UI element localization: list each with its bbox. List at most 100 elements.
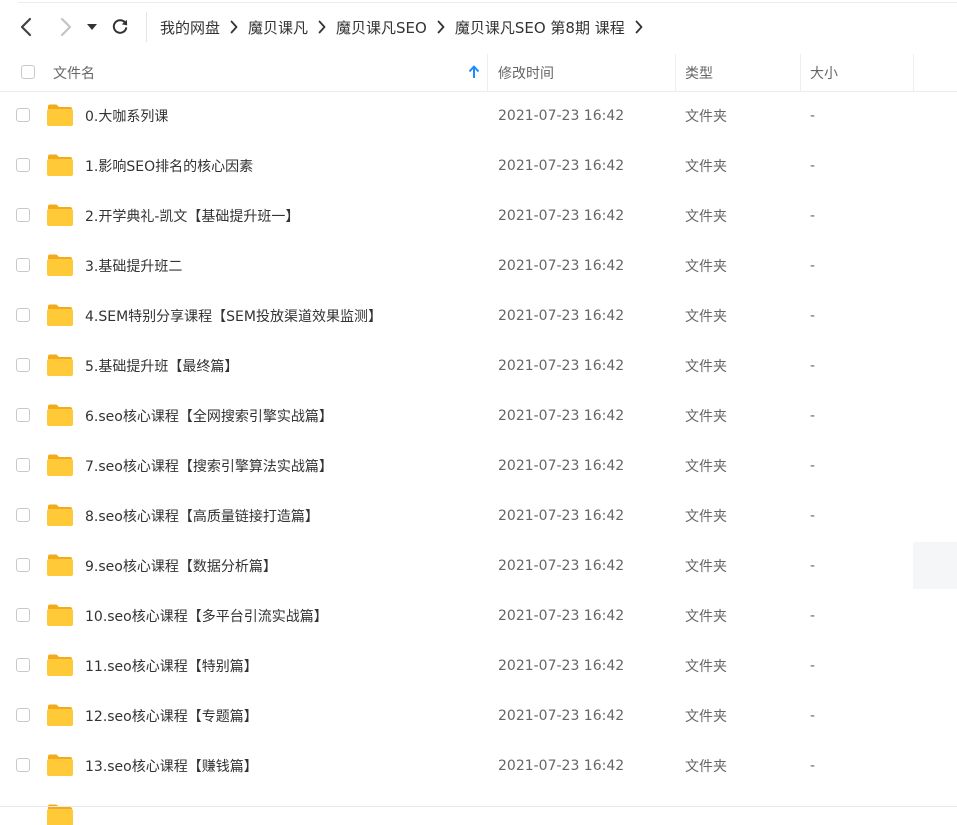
row-checkbox[interactable]	[16, 108, 30, 122]
file-row[interactable]: 13.seo核心课程【赚钱篇】 2021-07-23 16:42 文件夹 -	[0, 741, 957, 791]
select-all-checkbox[interactable]	[21, 65, 35, 79]
toolbar: 我的网盘 魔贝课凡 魔贝课凡SEO 魔贝课凡SEO 第8期 课程	[0, 0, 957, 55]
breadcrumb-chevron-icon	[437, 20, 445, 34]
breadcrumb-item-current[interactable]: 魔贝课凡SEO 第8期 课程	[455, 17, 625, 38]
file-row[interactable]: 8.seo核心课程【高质量链接打造篇】 2021-07-23 16:42 文件夹…	[0, 491, 957, 541]
row-checkbox[interactable]	[16, 508, 30, 522]
column-divider[interactable]	[675, 54, 676, 91]
file-row[interactable]: 12.seo核心课程【专题篇】 2021-07-23 16:42 文件夹 -	[0, 691, 957, 741]
file-size: -	[810, 458, 816, 474]
file-type: 文件夹	[685, 709, 727, 725]
file-name[interactable]: 4.SEM特别分享课程【SEM投放渠道效果监测】	[85, 291, 382, 341]
column-header-modified[interactable]: 修改时间	[498, 54, 554, 91]
folder-icon	[47, 204, 73, 226]
column-divider[interactable]	[487, 54, 488, 91]
file-size: -	[810, 208, 816, 224]
column-divider[interactable]	[913, 54, 914, 91]
file-type: 文件夹	[685, 259, 727, 275]
file-name[interactable]: 6.seo核心课程【全网搜索引擎实战篇】	[85, 391, 333, 441]
breadcrumb-item-my-drive[interactable]: 我的网盘	[160, 17, 220, 38]
file-size: -	[810, 608, 816, 624]
file-modified-time: 2021-07-23 16:42	[498, 758, 625, 774]
row-checkbox[interactable]	[16, 708, 30, 722]
folder-icon	[47, 654, 73, 676]
back-button[interactable]	[12, 12, 40, 42]
file-name[interactable]: 0.大咖系列课	[85, 91, 168, 141]
file-name[interactable]: 7.seo核心课程【搜索引擎算法实战篇】	[85, 441, 333, 491]
column-header-name[interactable]: 文件名	[53, 54, 95, 91]
file-row[interactable]: 2.开学典礼-凯文【基础提升班一】 2021-07-23 16:42 文件夹 -	[0, 191, 957, 241]
breadcrumb-chevron-icon	[230, 20, 238, 34]
row-checkbox[interactable]	[16, 458, 30, 472]
file-name[interactable]: 1.影响SEO排名的核心因素	[85, 141, 253, 191]
file-name[interactable]: 3.基础提升班二	[85, 241, 182, 291]
file-type: 文件夹	[685, 459, 727, 475]
file-name[interactable]: 13.seo核心课程【赚钱篇】	[85, 741, 258, 791]
file-row[interactable]: 4.SEM特别分享课程【SEM投放渠道效果监测】 2021-07-23 16:4…	[0, 291, 957, 341]
file-type: 文件夹	[685, 409, 727, 425]
column-header-type[interactable]: 类型	[685, 54, 713, 91]
file-type: 文件夹	[685, 109, 727, 125]
file-type: 文件夹	[685, 559, 727, 575]
file-name[interactable]: 5.基础提升班【最终篇】	[85, 341, 238, 391]
breadcrumb-item-mobei-seo[interactable]: 魔贝课凡SEO	[336, 17, 427, 38]
column-header-size[interactable]: 大小	[810, 54, 838, 91]
file-size: -	[810, 408, 816, 424]
file-row[interactable]: 6.seo核心课程【全网搜索引擎实战篇】 2021-07-23 16:42 文件…	[0, 391, 957, 441]
forward-button[interactable]	[52, 12, 80, 42]
file-type: 文件夹	[685, 209, 727, 225]
file-name[interactable]: 10.seo核心课程【多平台引流实战篇】	[85, 591, 328, 641]
file-name[interactable]: 2.开学典礼-凯文【基础提升班一】	[85, 191, 299, 241]
file-modified-time: 2021-07-23 16:42	[498, 208, 625, 224]
file-type: 文件夹	[685, 659, 727, 675]
row-checkbox[interactable]	[16, 308, 30, 322]
file-type: 文件夹	[685, 509, 727, 525]
file-row[interactable]: 10.seo核心课程【多平台引流实战篇】 2021-07-23 16:42 文件…	[0, 591, 957, 641]
file-type: 文件夹	[685, 159, 727, 175]
breadcrumb-item-mobei[interactable]: 魔贝课凡	[248, 17, 308, 38]
file-list-header: 文件名 修改时间 类型 大小	[0, 54, 957, 92]
file-name[interactable]: 12.seo核心课程【专题篇】	[85, 691, 258, 741]
file-modified-time: 2021-07-23 16:42	[498, 658, 625, 674]
file-modified-time: 2021-07-23 16:42	[498, 358, 625, 374]
file-size: -	[810, 558, 816, 574]
file-row-partial[interactable]	[0, 791, 957, 825]
file-size: -	[810, 508, 816, 524]
row-checkbox[interactable]	[16, 258, 30, 272]
file-type: 文件夹	[685, 359, 727, 375]
file-modified-time: 2021-07-23 16:42	[498, 108, 625, 124]
chevron-right-icon	[60, 17, 72, 37]
file-name[interactable]: 11.seo核心课程【特别篇】	[85, 641, 258, 691]
row-checkbox[interactable]	[16, 558, 30, 572]
file-row[interactable]: 3.基础提升班二 2021-07-23 16:42 文件夹 -	[0, 241, 957, 291]
folder-icon	[47, 104, 73, 126]
file-size: -	[810, 358, 816, 374]
row-checkbox[interactable]	[16, 358, 30, 372]
folder-icon	[47, 404, 73, 426]
file-row[interactable]: 9.seo核心课程【数据分析篇】 2021-07-23 16:42 文件夹 -	[0, 541, 957, 591]
file-name[interactable]: 9.seo核心课程【数据分析篇】	[85, 541, 277, 591]
file-modified-time: 2021-07-23 16:42	[498, 258, 625, 274]
file-size: -	[810, 308, 816, 324]
breadcrumb-chevron-icon[interactable]	[635, 20, 643, 34]
file-row[interactable]: 0.大咖系列课 2021-07-23 16:42 文件夹 -	[0, 91, 957, 141]
row-checkbox[interactable]	[16, 608, 30, 622]
row-checkbox[interactable]	[16, 758, 30, 772]
row-checkbox[interactable]	[16, 658, 30, 672]
history-dropdown-button[interactable]	[80, 12, 104, 42]
breadcrumb: 我的网盘 魔贝课凡 魔贝课凡SEO 魔贝课凡SEO 第8期 课程	[160, 0, 653, 54]
row-checkbox[interactable]	[16, 158, 30, 172]
file-row[interactable]: 1.影响SEO排名的核心因素 2021-07-23 16:42 文件夹 -	[0, 141, 957, 191]
folder-icon	[47, 704, 73, 726]
row-checkbox[interactable]	[16, 208, 30, 222]
sort-ascending-icon[interactable]	[468, 65, 480, 79]
row-checkbox[interactable]	[16, 408, 30, 422]
refresh-button[interactable]	[106, 12, 134, 42]
file-name[interactable]: 8.seo核心课程【高质量链接打造篇】	[85, 491, 319, 541]
file-row[interactable]: 7.seo核心课程【搜索引擎算法实战篇】 2021-07-23 16:42 文件…	[0, 441, 957, 491]
file-row[interactable]: 11.seo核心课程【特别篇】 2021-07-23 16:42 文件夹 -	[0, 641, 957, 691]
column-divider[interactable]	[800, 54, 801, 91]
file-row[interactable]: 5.基础提升班【最终篇】 2021-07-23 16:42 文件夹 -	[0, 341, 957, 391]
folder-icon	[47, 354, 73, 376]
file-size: -	[810, 708, 816, 724]
